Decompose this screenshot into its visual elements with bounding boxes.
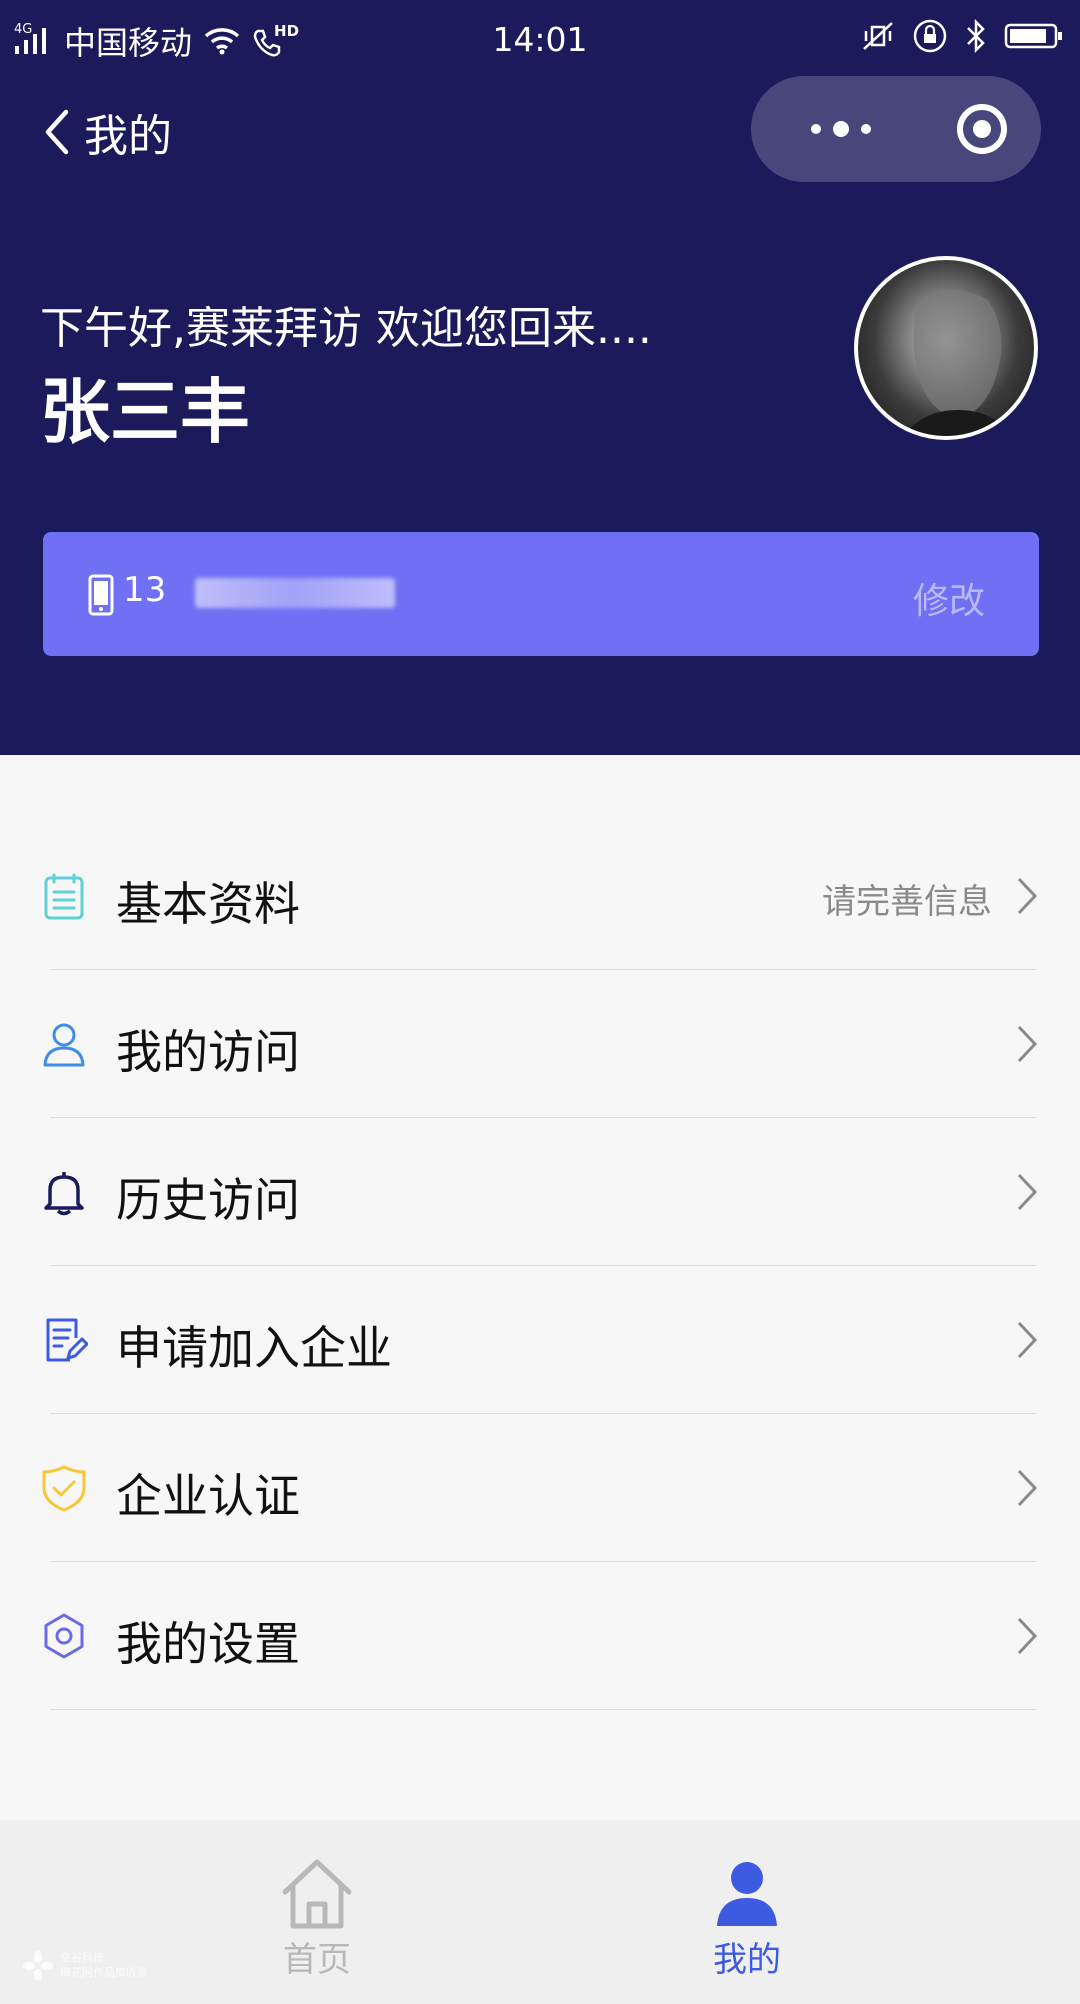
- menu-item-my-settings[interactable]: 我的设置: [0, 1562, 1080, 1710]
- settings-menu: 基本资料 请完善信息 我的访问 历史访问 申请加入企业 企业认证 我的设置: [0, 822, 1080, 1710]
- tab-mine[interactable]: 我的: [647, 1820, 847, 2004]
- back-arrow-icon[interactable]: [36, 104, 76, 160]
- bluetooth-icon: [967, 19, 985, 53]
- page-title: 我的: [84, 111, 172, 162]
- user-name: 张三丰: [40, 371, 250, 453]
- clipboard-icon: [44, 873, 84, 920]
- bell-icon: [44, 1172, 84, 1216]
- avatar-portrait-icon: [903, 290, 1013, 436]
- edit-document-icon: [46, 1318, 88, 1362]
- user-icon: [43, 1023, 85, 1067]
- chevron-right-icon: [1017, 1025, 1038, 1063]
- avatar[interactable]: [854, 256, 1038, 440]
- edit-phone-button[interactable]: 修改: [913, 572, 985, 624]
- menu-item-label: 企业认证: [116, 1469, 300, 1523]
- mobile-phone-icon: [88, 574, 114, 616]
- rotation-lock-icon: [913, 19, 947, 53]
- gear-icon: [44, 1613, 84, 1659]
- status-bar: 4G 中国移动 HD 14:01: [0, 0, 1080, 82]
- phone-number-masked: [195, 578, 395, 608]
- chevron-right-icon: [1017, 1321, 1038, 1359]
- battery-icon: [1004, 23, 1062, 49]
- home-icon: [282, 1859, 352, 1929]
- watermark-logo-icon: [23, 1951, 53, 1981]
- menu-item-company-verification[interactable]: 企业认证: [0, 1414, 1080, 1562]
- mini-program-capsule: [751, 76, 1041, 182]
- menu-item-label: 我的访问: [116, 1025, 300, 1079]
- chevron-right-icon: [1017, 877, 1038, 915]
- watermark: 空谷科技 梅花网作品库收录: [22, 1950, 182, 1984]
- tab-label: 首页: [283, 1940, 351, 1980]
- chevron-right-icon: [1017, 1173, 1038, 1211]
- divider: [50, 1709, 1036, 1710]
- menu-item-label: 我的设置: [116, 1617, 300, 1671]
- menu-item-basic-info[interactable]: 基本资料 请完善信息: [0, 822, 1080, 970]
- shield-check-icon: [42, 1465, 86, 1512]
- person-icon: [717, 1862, 777, 1926]
- tab-home[interactable]: 首页: [217, 1820, 417, 2004]
- menu-item-history[interactable]: 历史访问: [0, 1118, 1080, 1266]
- menu-item-label: 申请加入企业: [116, 1321, 392, 1375]
- close-miniprogram-icon[interactable]: [954, 101, 1010, 157]
- phone-number: 13: [123, 570, 167, 610]
- chevron-right-icon: [1017, 1617, 1038, 1655]
- tab-label: 我的: [713, 1940, 781, 1980]
- menu-item-join-company[interactable]: 申请加入企业: [0, 1266, 1080, 1414]
- nav-bar: 我的: [0, 76, 1080, 182]
- more-options-icon[interactable]: [806, 114, 876, 144]
- menu-item-hint: 请完善信息: [822, 882, 992, 922]
- menu-item-my-visits[interactable]: 我的访问: [0, 970, 1080, 1118]
- watermark-line1: 空谷科技: [60, 1951, 104, 1964]
- menu-item-label: 基本资料: [116, 877, 300, 931]
- chevron-right-icon: [1017, 1469, 1038, 1507]
- greeting-text: 下午好,赛莱拜访 欢迎您回来....: [40, 303, 652, 354]
- vibrate-mute-icon: [863, 22, 893, 50]
- watermark-line2: 梅花网作品库收录: [60, 1966, 148, 1979]
- menu-item-label: 历史访问: [116, 1173, 300, 1227]
- phone-bar: 13 修改: [43, 532, 1039, 656]
